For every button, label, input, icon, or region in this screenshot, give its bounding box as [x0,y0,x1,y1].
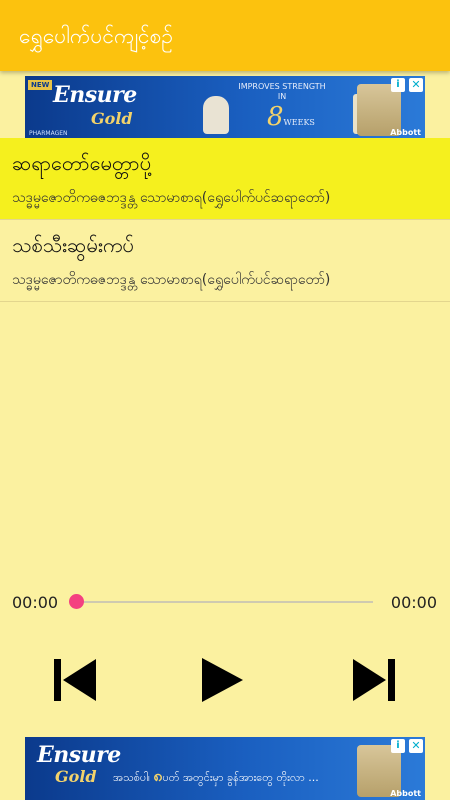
track-subtitle: သဒ္ဓမ္မဇောတိကဓဇဘဒ္ဒန္တ သောမာစာရ(ရွှေပေါက… [12,272,331,288]
ad-promo-text: အသစ်ပါ၊ ၈ပတ် အတွင်းမှာ ခွန်အားတွေ တိုးလာ… [113,765,319,789]
current-time: 00:00 [12,593,59,612]
app-title: ရွှေပေါက်ပင်ကျင့်စဉ် [19,24,174,48]
skip-previous-icon [54,659,96,701]
ad-maker-logo: Abbott [390,789,421,798]
skip-previous-button[interactable] [51,655,101,705]
track-item[interactable]: ဆရာတော်မေတ္တာပို့ သဒ္ဓမ္မဇောတိကဓဇဘဒ္ဒန္တ… [0,138,450,220]
track-subtitle: သဒ္ဓမ္မဇောတိကဓဇဘဒ္ဒန္တ သောမာစာရ(ရွှေပေါက… [12,190,331,206]
play-icon [202,658,243,702]
seek-bar[interactable] [76,601,373,603]
ad-tagline: IMPROVES STRENGTH IN [238,82,326,101]
track-title: ဆရာတော်မေတ္တာပို့ [12,151,151,175]
track-item[interactable]: သစ်သီးဆွမ်းကပ် သဒ္ဓမ္မဇောတိကဓဇဘဒ္ဒန္တ သေ… [0,220,450,302]
ad-partner: PHARMAGEN [29,130,68,137]
track-list: ဆရာတော်မေတ္တာပို့ သဒ္ဓမ္မဇောတိကဓဇဘဒ္ဒန္တ… [0,138,450,302]
play-button[interactable] [197,655,247,705]
ad-new-tag: NEW [28,80,53,90]
ad-brand: Ensure [53,82,137,108]
seek-thumb[interactable] [69,594,84,609]
skip-next-icon [353,659,395,701]
close-icon[interactable]: ✕ [409,739,423,753]
ad-brand: Ensure [37,742,121,768]
app-bar: ရွှေပေါက်ပင်ကျင့်စဉ် [0,0,450,71]
top-ad-banner[interactable]: NEW Ensure Gold PHARMAGEN IMPROVES STREN… [25,76,425,139]
ad-promo-pre: အသစ်ပါ၊ [113,771,150,784]
bottom-ad-banner[interactable]: Ensure Gold အသစ်ပါ၊ ၈ပတ် အတွင်းမှာ ခွန်အ… [25,737,425,800]
ad-weeks-number: 8 [267,102,284,132]
ad-product-image [203,96,229,134]
info-icon[interactable]: i [391,739,405,753]
ad-product: Gold [55,767,97,786]
ad-product: Gold [91,109,133,128]
info-icon[interactable]: i [391,78,405,92]
skip-next-button[interactable] [348,655,398,705]
ad-weeks-unit: WEEKS [283,118,315,127]
track-title: သစ်သီးဆွမ်းကပ် [12,233,134,257]
close-icon[interactable]: ✕ [409,78,423,92]
ad-tagline-number: 8WEEKS [267,102,315,132]
ad-promo-post: ပတ် အတွင်းမှာ ခွန်အားတွေ တိုးလာ ... [162,771,319,784]
ad-maker-logo: Abbott [390,128,421,137]
total-time: 00:00 [390,593,437,612]
